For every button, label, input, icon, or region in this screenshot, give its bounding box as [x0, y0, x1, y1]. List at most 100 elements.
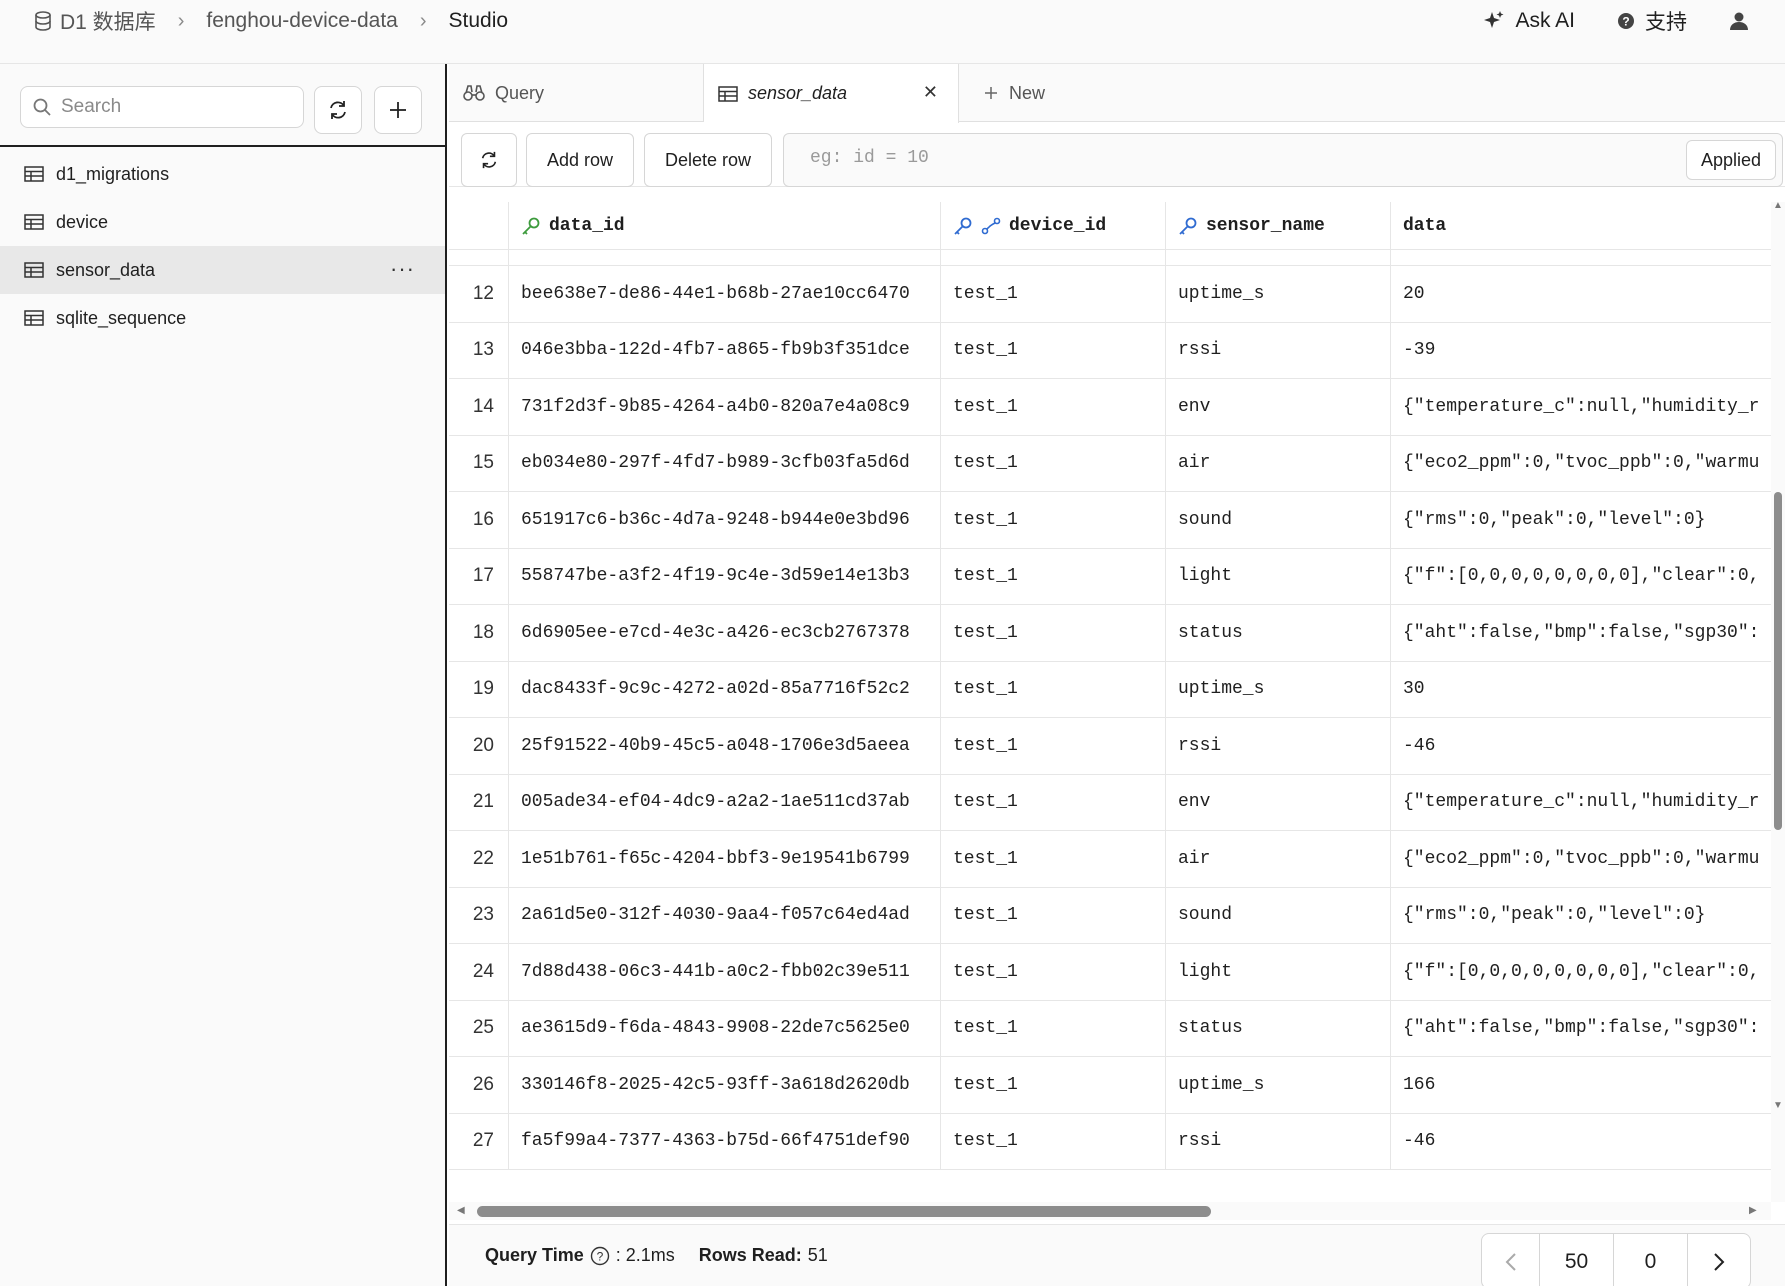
- cell-data-id[interactable]: 7d88d438-06c3-441b-a0c2-fbb02c39e511: [509, 944, 941, 1000]
- scroll-left-icon[interactable]: ◀: [457, 1205, 465, 1216]
- vertical-scrollbar[interactable]: ▲ ▼: [1771, 200, 1785, 1202]
- cell-data[interactable]: {"aht":false,"bmp":false,"sgp30":: [1391, 1001, 1771, 1057]
- cell-data[interactable]: {"f":[0,0,0,0,0,0,0,0],"clear":0,: [1391, 944, 1771, 1000]
- table-row[interactable]: 15 eb034e80-297f-4fd7-b989-3cfb03fa5d6d te…: [449, 435, 1771, 492]
- cell-device-id[interactable]: test_1: [941, 944, 1166, 1000]
- cell-data[interactable]: {"eco2_ppm":0,"tvoc_ppb":0,"warmu: [1391, 831, 1771, 887]
- cell-device-id[interactable]: test_1: [941, 774, 1166, 830]
- cell-device-id[interactable]: test_1: [941, 492, 1166, 548]
- table-row[interactable]: 25 ae3615d9-f6da-4843-9908-22de7c5625e0 te…: [449, 1000, 1771, 1057]
- cell-data-id[interactable]: ae3615d9-f6da-4843-9908-22de7c5625e0: [509, 1000, 941, 1056]
- row-number-cell[interactable]: 16: [449, 492, 509, 548]
- cell-sensor-name[interactable]: env: [1166, 774, 1391, 830]
- cell-sensor-name[interactable]: uptime_s: [1166, 266, 1391, 322]
- sidebar-item-sensor-data[interactable]: sensor_data ···: [0, 246, 445, 294]
- breadcrumb-item-database[interactable]: fenghou-device-data: [206, 9, 397, 33]
- cell-data[interactable]: -46: [1391, 1114, 1771, 1170]
- row-number-cell[interactable]: 24: [449, 944, 509, 1000]
- cell-data[interactable]: 166: [1391, 1057, 1771, 1113]
- table-row[interactable]: 20 25f91522-40b9-45c5-a048-1706e3d5aeea te…: [449, 718, 1771, 775]
- close-icon[interactable]: ✕: [923, 82, 938, 103]
- scroll-up-icon[interactable]: ▲: [1773, 200, 1783, 211]
- cell-data[interactable]: {"rms":0,"peak":0,"level":0}: [1391, 888, 1771, 944]
- cell-data-id[interactable]: 6d6905ee-e7cd-4e3c-a426-ec3cb2767378: [509, 605, 941, 661]
- refresh-tables-button[interactable]: [314, 86, 362, 134]
- row-number-cell[interactable]: 17: [449, 548, 509, 604]
- tab-sensor-data[interactable]: sensor_data ✕: [704, 64, 959, 123]
- cell-sensor-name[interactable]: light: [1166, 548, 1391, 604]
- table-row[interactable]: 27 fa5f99a4-7377-4363-b75d-66f4751def90 te…: [449, 1113, 1771, 1170]
- cell-data[interactable]: {"temperature_c":null,"humidity_r: [1391, 379, 1771, 435]
- add-table-button[interactable]: [374, 86, 422, 134]
- cell-data[interactable]: {"eco2_ppm":0,"tvoc_ppb":0,"warmu: [1391, 436, 1771, 492]
- cell-data-id[interactable]: 651917c6-b36c-4d7a-9248-b944e0e3bd96: [509, 492, 941, 548]
- cell-sensor-name[interactable]: light: [1166, 944, 1391, 1000]
- search-box[interactable]: [20, 86, 304, 128]
- help-circle-icon[interactable]: ?: [590, 1246, 610, 1266]
- row-number-cell[interactable]: 14: [449, 379, 509, 435]
- cell-data-id[interactable]: eb034e80-297f-4fd7-b989-3cfb03fa5d6d: [509, 435, 941, 491]
- filter-box[interactable]: Applied: [783, 133, 1783, 187]
- next-page-button[interactable]: [1688, 1234, 1750, 1286]
- cell-device-id[interactable]: test_1: [941, 718, 1166, 774]
- column-header-sensor-name[interactable]: sensor_name: [1166, 202, 1391, 250]
- table-row[interactable]: 26 330146f8-2025-42c5-93ff-3a618d2620db te…: [449, 1057, 1771, 1114]
- cell-device-id[interactable]: test_1: [941, 1000, 1166, 1056]
- filter-input[interactable]: [810, 148, 1510, 168]
- tab-new[interactable]: New: [959, 64, 1089, 122]
- scroll-right-icon[interactable]: ▶: [1749, 1205, 1757, 1216]
- cell-data-id[interactable]: 1e51b761-f65c-4204-bbf3-9e19541b6799: [509, 831, 941, 887]
- cell-data-id[interactable]: 330146f8-2025-42c5-93ff-3a618d2620db: [509, 1057, 941, 1113]
- offset-input[interactable]: 0: [1614, 1234, 1688, 1286]
- cell-data-id[interactable]: 558747be-a3f2-4f19-9c4e-3d59e14e13b3: [509, 548, 941, 604]
- cell-device-id[interactable]: test_1: [941, 266, 1166, 322]
- row-number-cell[interactable]: 18: [449, 605, 509, 661]
- cell-data-id[interactable]: 25f91522-40b9-45c5-a048-1706e3d5aeea: [509, 718, 941, 774]
- cell-data[interactable]: -39: [1391, 323, 1771, 379]
- cell-sensor-name[interactable]: status: [1166, 605, 1391, 661]
- tab-query[interactable]: Query: [449, 64, 704, 122]
- row-number-cell[interactable]: 27: [449, 1113, 509, 1169]
- horizontal-scroll-thumb[interactable]: [477, 1206, 1211, 1217]
- cell-data-id[interactable]: dac8433f-9c9c-4272-a02d-85a7716f52c2: [509, 661, 941, 717]
- table-row[interactable]: 17 558747be-a3f2-4f19-9c4e-3d59e14e13b3 te…: [449, 548, 1771, 605]
- cell-data-id[interactable]: 005ade34-ef04-4dc9-a2a2-1ae511cd37ab: [509, 774, 941, 830]
- horizontal-scrollbar[interactable]: ◀ ▶: [449, 1202, 1771, 1220]
- more-options-icon[interactable]: ···: [390, 256, 415, 282]
- cell-data[interactable]: 30: [1391, 662, 1771, 718]
- table-row[interactable]: 24 7d88d438-06c3-441b-a0c2-fbb02c39e511 te…: [449, 944, 1771, 1001]
- cell-sensor-name[interactable]: rssi: [1166, 718, 1391, 774]
- refresh-data-button[interactable]: [461, 133, 517, 187]
- cell-sensor-name[interactable]: air: [1166, 435, 1391, 491]
- delete-row-button[interactable]: Delete row: [644, 133, 772, 187]
- cell-sensor-name[interactable]: env: [1166, 379, 1391, 435]
- scroll-down-icon[interactable]: ▼: [1773, 1100, 1783, 1111]
- table-row[interactable]: 14 731f2d3f-9b85-4264-a4b0-820a7e4a08c9 te…: [449, 379, 1771, 436]
- cell-sensor-name[interactable]: sound: [1166, 492, 1391, 548]
- cell-data-id[interactable]: 731f2d3f-9b85-4264-a4b0-820a7e4a08c9: [509, 379, 941, 435]
- row-number-cell[interactable]: 13: [449, 322, 509, 378]
- cell-data[interactable]: 20: [1391, 266, 1771, 322]
- table-row[interactable]: 16 651917c6-b36c-4d7a-9248-b944e0e3bd96 te…: [449, 492, 1771, 549]
- table-row[interactable]: 12 bee638e7-de86-44e1-b68b-27ae10cc6470 te…: [449, 266, 1771, 323]
- row-number-cell[interactable]: 12: [449, 266, 509, 322]
- table-row[interactable]: 21 005ade34-ef04-4dc9-a2a2-1ae511cd37ab te…: [449, 774, 1771, 831]
- row-number-cell[interactable]: 21: [449, 774, 509, 830]
- cell-device-id[interactable]: test_1: [941, 435, 1166, 491]
- cell-data-id[interactable]: bee638e7-de86-44e1-b68b-27ae10cc6470: [509, 266, 941, 322]
- cell-device-id[interactable]: test_1: [941, 1113, 1166, 1169]
- cell-data[interactable]: {"rms":0,"peak":0,"level":0}: [1391, 492, 1771, 548]
- row-number-cell[interactable]: 22: [449, 831, 509, 887]
- add-row-button[interactable]: Add row: [526, 133, 634, 187]
- support-button[interactable]: ? 支持: [1617, 6, 1687, 36]
- table-row[interactable]: 23 2a61d5e0-312f-4030-9aa4-f057c64ed4ad te…: [449, 887, 1771, 944]
- previous-page-button[interactable]: [1482, 1234, 1540, 1286]
- row-number-cell[interactable]: 23: [449, 887, 509, 943]
- page-size-input[interactable]: 50: [1540, 1234, 1614, 1286]
- table-row[interactable]: 13 046e3bba-122d-4fb7-a865-fb9b3f351dce te…: [449, 322, 1771, 379]
- sidebar-item-d1-migrations[interactable]: d1_migrations: [0, 150, 445, 198]
- cell-data[interactable]: {"temperature_c":null,"humidity_r: [1391, 775, 1771, 831]
- cell-device-id[interactable]: test_1: [941, 548, 1166, 604]
- cell-data-id[interactable]: 046e3bba-122d-4fb7-a865-fb9b3f351dce: [509, 322, 941, 378]
- cell-sensor-name[interactable]: uptime_s: [1166, 1057, 1391, 1113]
